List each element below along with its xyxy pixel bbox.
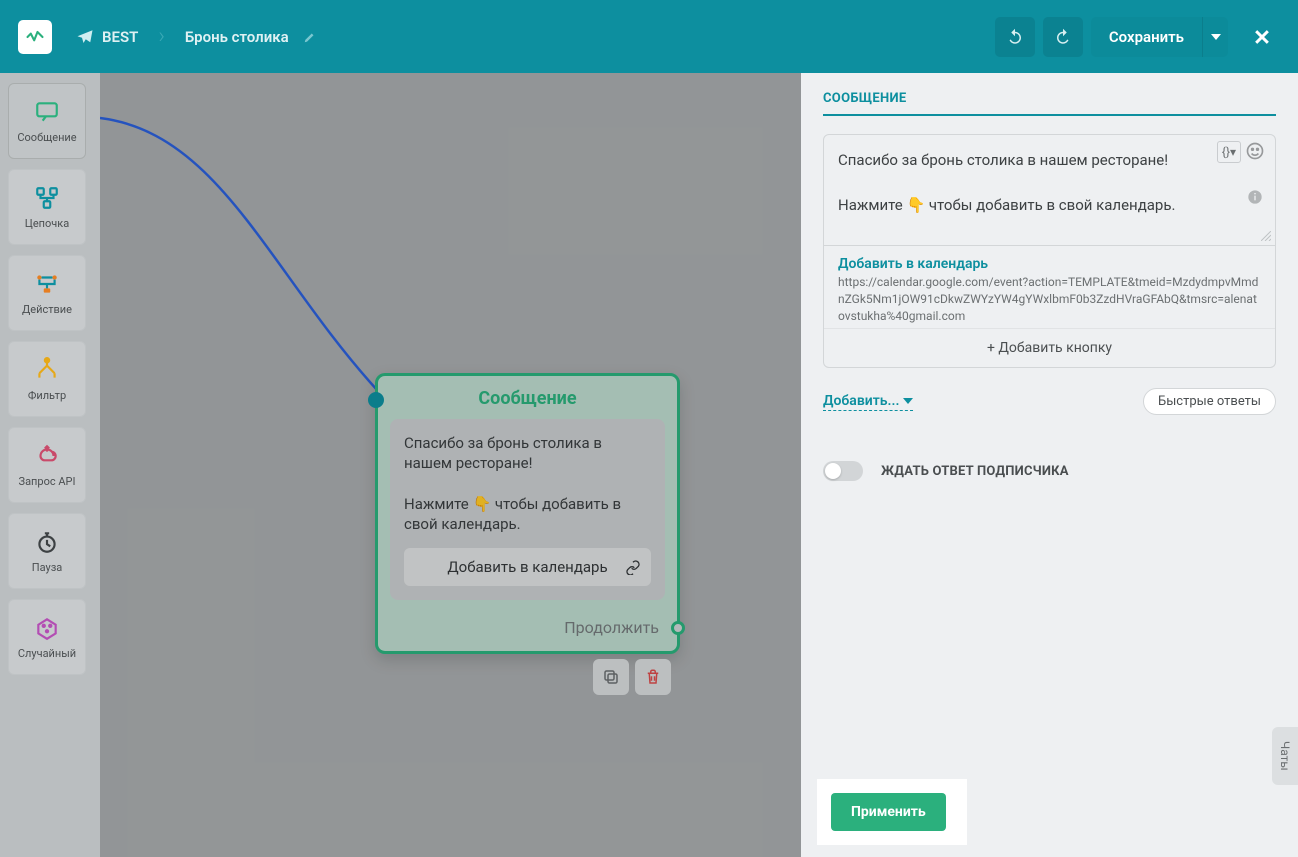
node-title: Сообщение (378, 376, 677, 419)
breadcrumb-separator: › (158, 24, 165, 49)
tool-action[interactable]: Действие (8, 255, 86, 331)
tool-filter[interactable]: Фильтр (8, 341, 86, 417)
redo-button[interactable] (1043, 17, 1083, 57)
tool-chain[interactable]: Цепочка (8, 169, 86, 245)
toolbox: Сообщение Цепочка Действие Фильтр Запрос… (0, 73, 100, 857)
header-actions: Сохранить (995, 17, 1280, 57)
node-continue[interactable]: Продолжить (378, 610, 677, 651)
tool-label: Запрос API (19, 475, 76, 488)
emoji-button[interactable] (1245, 141, 1267, 163)
telegram-icon (76, 28, 94, 46)
close-button[interactable] (1244, 19, 1280, 55)
node-button[interactable]: Добавить в календарь (404, 548, 651, 586)
tool-pause[interactable]: Пауза (8, 513, 86, 589)
wait-response-label: ЖДАТЬ ОТВЕТ ПОДПИСЧИКА (881, 464, 1069, 479)
node-body: Спасибо за бронь столика в нашем рестора… (390, 419, 665, 600)
insert-variable-button[interactable]: {}▾ (1217, 141, 1241, 163)
app-logo[interactable] (18, 20, 52, 54)
chats-tab[interactable]: Чаты (1272, 727, 1298, 785)
message-editor: Спасибо за бронь столика в нашем рестора… (823, 134, 1276, 246)
breadcrumb-bot[interactable]: BEST (66, 17, 148, 57)
button-url: https://calendar.google.com/event?action… (838, 274, 1261, 324)
info-icon[interactable] (1247, 189, 1263, 205)
link-icon (625, 559, 641, 575)
apply-button[interactable]: Применить (831, 793, 946, 831)
flow-canvas[interactable]: Сообщение Спасибо за бронь столика в наш… (100, 73, 801, 857)
node-output-handle[interactable] (671, 621, 685, 635)
wait-response-toggle[interactable] (823, 461, 863, 481)
apply-highlight: Применить (817, 779, 967, 845)
tool-label: Фильтр (28, 389, 66, 402)
quick-replies-button[interactable]: Быстрые ответы (1143, 388, 1276, 415)
side-panel-title: СООБЩЕНИЕ (823, 91, 1276, 106)
resize-handle[interactable] (1261, 231, 1271, 241)
chevron-down-icon (903, 396, 913, 406)
button-block: Добавить в календарь https://calendar.go… (823, 246, 1276, 368)
wait-response-row: ЖДАТЬ ОТВЕТ ПОДПИСЧИКА (823, 461, 1276, 481)
save-button[interactable]: Сохранить (1091, 17, 1202, 57)
tool-label: Цепочка (25, 217, 69, 230)
save-dropdown[interactable] (1202, 17, 1228, 57)
undo-button[interactable] (995, 17, 1035, 57)
tool-label: Случайный (18, 647, 76, 660)
tool-label: Пауза (32, 561, 63, 574)
node-input-handle[interactable] (368, 392, 384, 408)
add-more-label: Добавить... (823, 393, 899, 409)
node-button-label: Добавить в календарь (447, 558, 607, 576)
add-button[interactable]: + Добавить кнопку (824, 328, 1275, 367)
edit-icon[interactable] (303, 30, 317, 44)
tool-api[interactable]: Запрос API (8, 427, 86, 503)
side-panel-divider (823, 114, 1276, 116)
button-label: Добавить в календарь (838, 256, 1261, 272)
breadcrumb-flow[interactable]: Бронь столика (175, 17, 327, 57)
node-copy-button[interactable] (593, 659, 629, 695)
message-textarea[interactable]: Спасибо за бронь столика в нашем рестора… (824, 135, 1275, 245)
add-more-link[interactable]: Добавить... (823, 393, 913, 411)
node-text: Спасибо за бронь столика в нашем рестора… (404, 433, 651, 534)
message-node[interactable]: Сообщение Спасибо за бронь столика в наш… (375, 373, 680, 654)
flow-name: Бронь столика (185, 28, 289, 46)
bot-name: BEST (102, 28, 138, 46)
editor-tools: {}▾ (1217, 141, 1267, 163)
tool-label: Сообщение (17, 131, 76, 144)
side-panel: СООБЩЕНИЕ Спасибо за бронь столика в наш… (801, 73, 1298, 857)
tool-random[interactable]: Случайный (8, 599, 86, 675)
node-tools (593, 659, 671, 695)
tool-label: Действие (22, 303, 72, 316)
button-item[interactable]: Добавить в календарь https://calendar.go… (824, 246, 1275, 328)
tool-message[interactable]: Сообщение (8, 83, 86, 159)
node-delete-button[interactable] (635, 659, 671, 695)
header: BEST › Бронь столика Сохранить (0, 0, 1298, 73)
